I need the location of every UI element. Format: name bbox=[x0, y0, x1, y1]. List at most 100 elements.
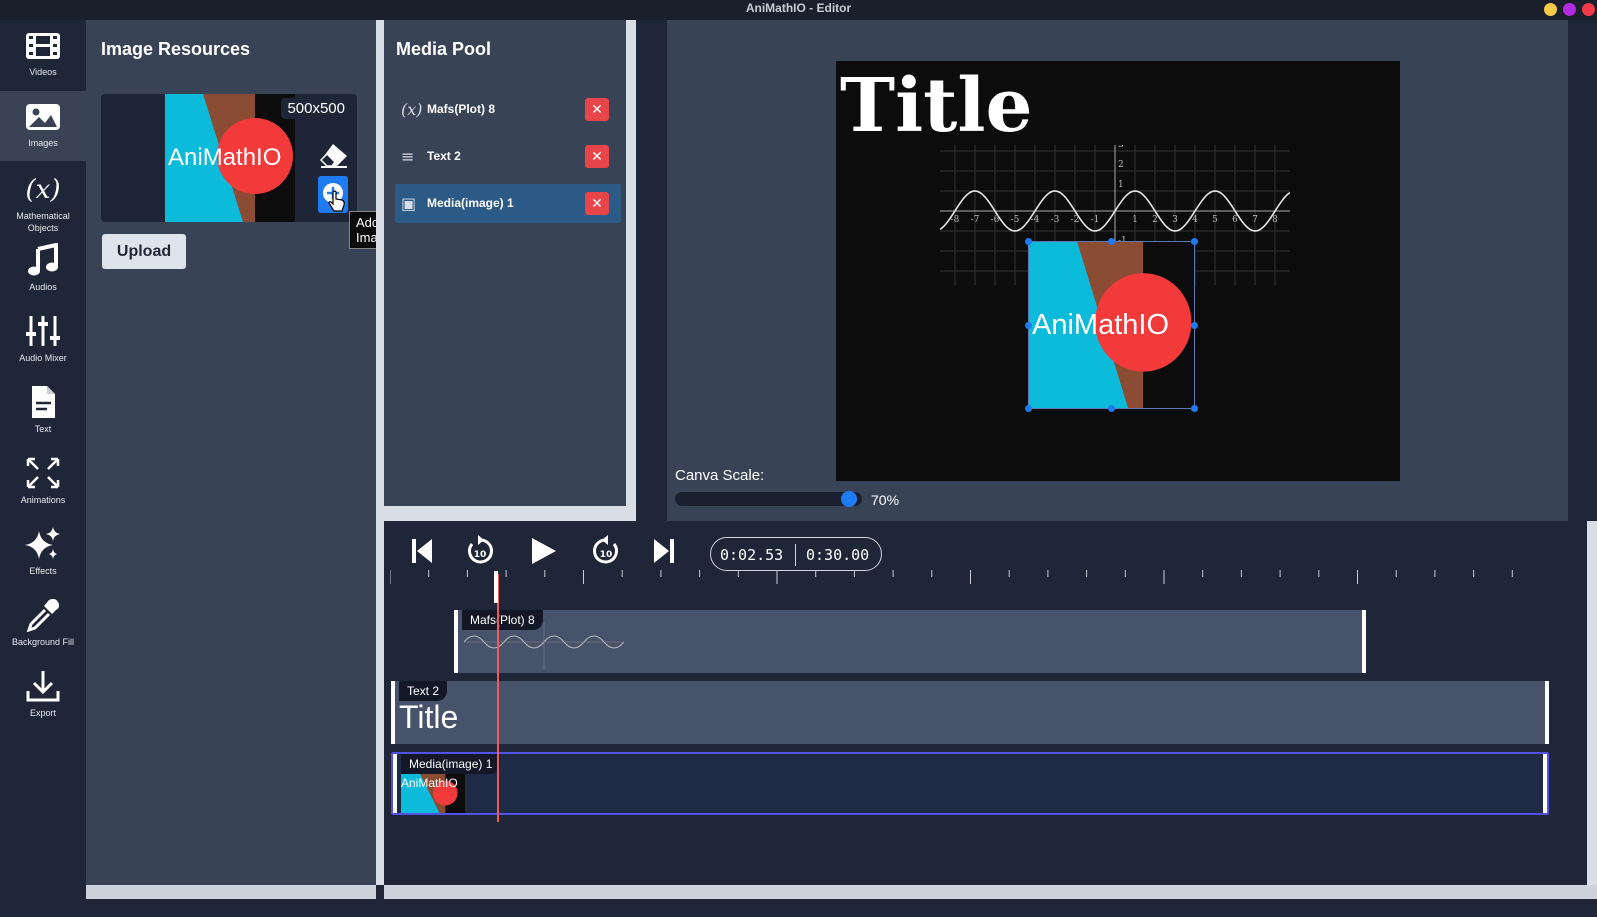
close-button[interactable] bbox=[1582, 3, 1595, 16]
canvas-scale-knob[interactable] bbox=[840, 491, 857, 507]
video-canvas[interactable]: Title -8 -7 -6 -5 -4 -3 -2 -1 1 2 3 4 5 6 7 8 3 2 1 -1 AniM… bbox=[836, 61, 1400, 481]
panel-splitter[interactable] bbox=[376, 20, 384, 885]
track-trim-handle[interactable] bbox=[454, 610, 458, 673]
media-pool-item-label: Mafs(Plot) 8 bbox=[427, 102, 496, 116]
resize-handle[interactable] bbox=[1025, 322, 1032, 329]
timeline-track-image-selected[interactable]: AniMathIO Media(image) 1 bbox=[391, 752, 1549, 815]
media-pool-item[interactable]: (x) Mafs(Plot) 8 ✕ bbox=[395, 90, 621, 129]
time-divider bbox=[795, 544, 796, 566]
forward-10-icon[interactable]: 10 bbox=[590, 535, 622, 567]
sidebar-item-label: Effects bbox=[29, 566, 57, 576]
sidebar-item-audios[interactable]: Audios bbox=[0, 233, 86, 303]
track-trim-handle[interactable] bbox=[393, 754, 397, 813]
horizontal-scrollbar[interactable] bbox=[86, 885, 1597, 899]
upload-button[interactable]: Upload bbox=[102, 234, 186, 269]
timeline-track-text[interactable]: Title Text 2 bbox=[391, 681, 1549, 744]
sidebar-item-label: Images bbox=[28, 138, 58, 148]
skip-to-end-icon[interactable] bbox=[650, 535, 678, 567]
media-pool-item[interactable]: ≡ Text 2 ✕ bbox=[395, 137, 621, 176]
sidebar-item-label: Export bbox=[29, 708, 56, 718]
delete-button[interactable]: ✕ bbox=[585, 98, 609, 121]
rewind-10-icon[interactable]: 10 bbox=[464, 535, 496, 567]
sidebar-item-audio-mixer[interactable]: Audio Mixer bbox=[0, 304, 86, 374]
timeline-track-plot[interactable]: Mafs(Plot) 8 bbox=[454, 610, 1366, 673]
track-trim-handle[interactable] bbox=[1543, 754, 1547, 813]
plot-x-tick-label: 2 bbox=[1152, 215, 1158, 225]
plot-x-tick-label: 7 bbox=[1252, 215, 1258, 225]
resize-handle[interactable] bbox=[1191, 322, 1198, 329]
image-resource-card[interactable]: AniMathIO 500x500 bbox=[101, 94, 357, 222]
sidebar-item-label: Videos bbox=[29, 67, 57, 77]
sidebar-item-animations[interactable]: Animations bbox=[0, 446, 86, 516]
preview-panel: Title -8 -7 -6 -5 -4 -3 -2 -1 1 2 3 4 5 6 7 8 3 2 1 -1 AniM… bbox=[667, 20, 1568, 521]
playhead-handle[interactable] bbox=[494, 571, 498, 603]
plot-x-tick-label: -2 bbox=[1071, 215, 1080, 225]
music-icon bbox=[28, 243, 58, 276]
track-label: Media(image) 1 bbox=[401, 754, 501, 774]
sidebar-item-label: Audios bbox=[29, 282, 57, 292]
film-icon bbox=[26, 33, 60, 59]
canvas-title-text[interactable]: Title bbox=[840, 63, 1033, 149]
time-display: 0:02.53 0:30.00 bbox=[710, 537, 882, 571]
resize-handle[interactable] bbox=[1191, 405, 1198, 412]
svg-text:10: 10 bbox=[474, 550, 487, 560]
function-icon: (x) bbox=[401, 100, 423, 119]
panel-splitter[interactable] bbox=[384, 506, 626, 521]
sidebar-item-images[interactable]: Images bbox=[0, 91, 86, 161]
delete-button[interactable]: ✕ bbox=[585, 192, 609, 215]
track-trim-handle[interactable] bbox=[1545, 681, 1549, 744]
sidebar-item-background-fill[interactable]: Background Fill bbox=[0, 588, 86, 658]
timeline-ruler[interactable] bbox=[390, 568, 1520, 588]
minimize-button[interactable] bbox=[1544, 3, 1557, 16]
playhead-line[interactable] bbox=[497, 574, 499, 822]
sidebar-item-label: Animations bbox=[20, 495, 66, 505]
plot-x-tick-label: 3 bbox=[1172, 215, 1178, 225]
resize-handle[interactable] bbox=[1108, 238, 1115, 245]
sidebar-item-label: Mathematical Objects bbox=[16, 211, 70, 233]
sidebar-item-text[interactable]: Text bbox=[0, 375, 86, 445]
sidebar-item-export[interactable]: Export bbox=[0, 659, 86, 729]
canvas-image[interactable]: AniMathIO bbox=[1025, 238, 1198, 412]
resize-handle[interactable] bbox=[1191, 238, 1198, 245]
plot-y-tick-label: 1 bbox=[1118, 180, 1124, 190]
canvas-scale-slider[interactable] bbox=[675, 492, 862, 506]
window-title: AniMathIO - Editor bbox=[745, 1, 852, 15]
panel-splitter[interactable] bbox=[626, 20, 636, 521]
eraser-icon[interactable] bbox=[319, 142, 349, 168]
expand-icon bbox=[26, 457, 60, 489]
resize-handle[interactable] bbox=[1025, 238, 1032, 245]
image-thumbnail: AniMathIO bbox=[165, 94, 295, 222]
resize-handle[interactable] bbox=[1025, 405, 1032, 412]
sidebar-item-effects[interactable]: Effects bbox=[0, 517, 86, 587]
function-icon: (x) bbox=[26, 175, 61, 205]
media-pool-item-selected[interactable]: ▣ Media(image) 1 ✕ bbox=[395, 184, 621, 223]
scrollbar-gap bbox=[376, 885, 384, 899]
track-trim-handle[interactable] bbox=[391, 681, 395, 744]
media-pool-item-label: Media(image) 1 bbox=[427, 196, 514, 210]
sidebar-item-label: Text bbox=[34, 424, 52, 434]
plot-x-tick-label: 5 bbox=[1212, 215, 1218, 225]
track-trim-handle[interactable] bbox=[1362, 610, 1366, 673]
skip-to-start-icon[interactable] bbox=[408, 535, 436, 567]
sidebar-item-label: Audio Mixer bbox=[19, 353, 67, 363]
track-label: Mafs(Plot) 8 bbox=[462, 610, 543, 630]
play-icon[interactable] bbox=[528, 535, 558, 567]
title-bar: AniMathIO - Editor bbox=[0, 0, 1597, 20]
timeline-scrollbar[interactable] bbox=[1587, 521, 1597, 885]
plot-x-tick-label: -8 bbox=[951, 215, 960, 225]
sidebar-item-mathematical-objects[interactable]: (x) Mathematical Objects bbox=[0, 162, 86, 233]
sidebar-item-videos[interactable]: Videos bbox=[0, 20, 86, 90]
maximize-button[interactable] bbox=[1563, 3, 1576, 16]
canvas-image-logo-text: AniMathIO bbox=[1032, 309, 1169, 341]
svg-text:(x): (x) bbox=[26, 175, 61, 205]
hand-cursor-icon bbox=[328, 190, 345, 212]
plot-y-tick-label: 3 bbox=[1118, 145, 1124, 150]
image-resources-title: Image Resources bbox=[101, 39, 251, 59]
plot-y-tick-label: 2 bbox=[1118, 160, 1124, 170]
resize-handle[interactable] bbox=[1108, 405, 1115, 412]
image-icon: ▣ bbox=[401, 194, 417, 213]
text-lines-icon: ≡ bbox=[401, 147, 415, 166]
delete-button[interactable]: ✕ bbox=[585, 145, 609, 168]
plot-x-tick-label: 8 bbox=[1272, 215, 1278, 225]
plot-x-tick-label: -5 bbox=[1011, 215, 1020, 225]
